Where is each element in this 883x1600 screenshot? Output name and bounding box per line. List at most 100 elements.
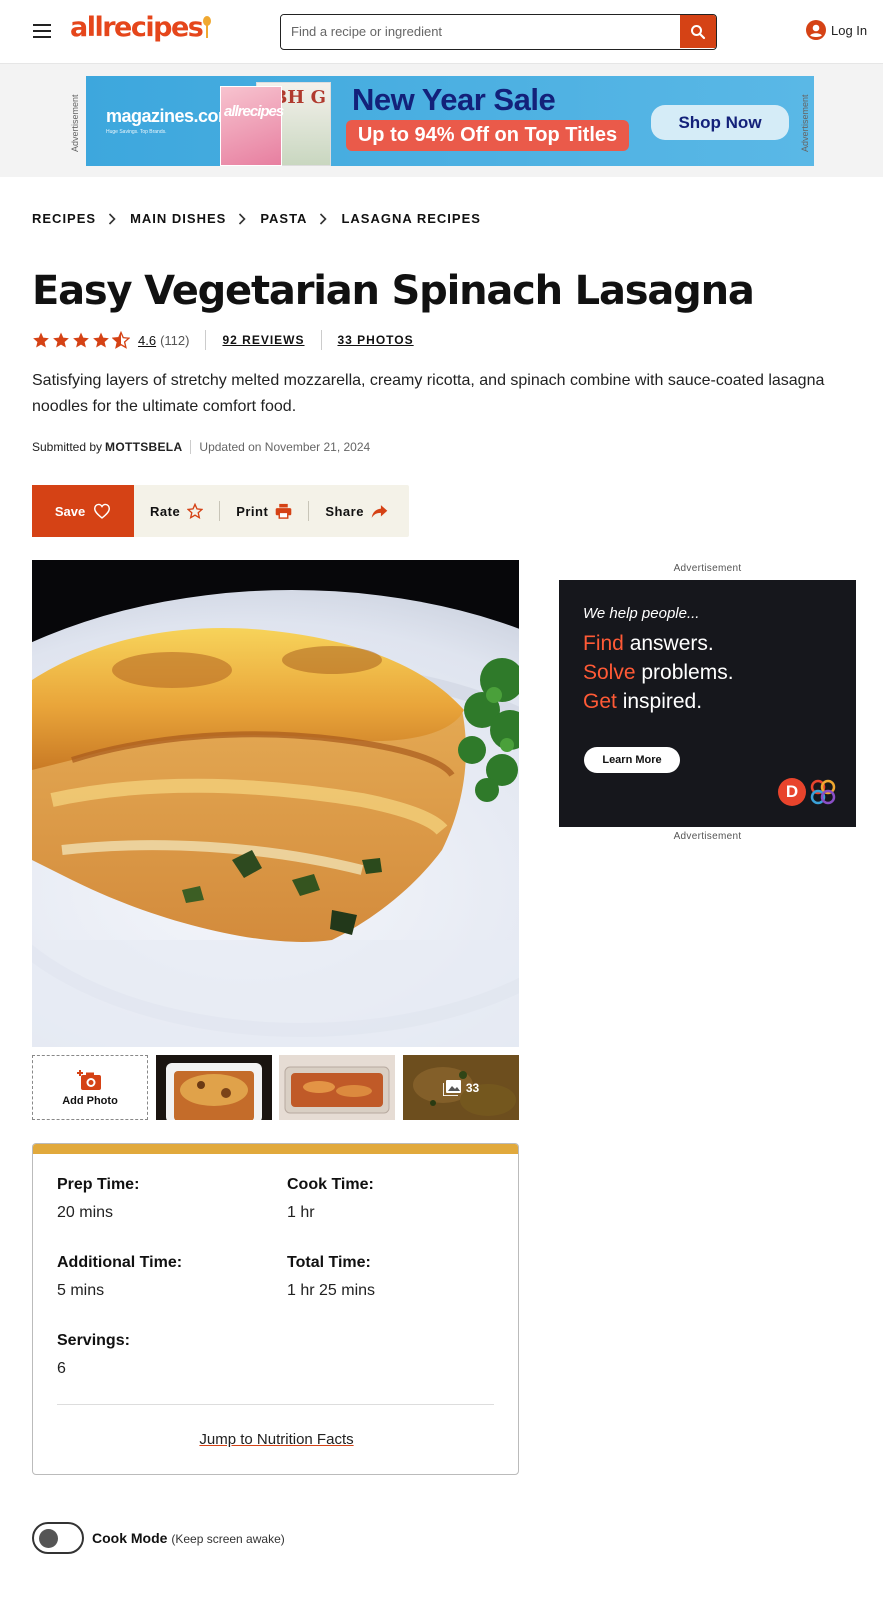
more-photos-count: 33 bbox=[465, 1080, 480, 1095]
add-photo-button[interactable]: Add Photo bbox=[32, 1055, 148, 1120]
rate-button[interactable]: Rate bbox=[134, 503, 219, 519]
additional-time: Additional Time: 5 mins bbox=[57, 1254, 182, 1300]
card-accent-bar bbox=[33, 1144, 518, 1154]
prep-time-label: Prep Time: bbox=[57, 1176, 140, 1193]
star-full-icon bbox=[53, 332, 69, 348]
ad-label-bottom: Advertisement bbox=[673, 831, 742, 842]
rating-value[interactable]: 4.6 bbox=[138, 333, 156, 348]
ad-line-2-highlight: Solve bbox=[583, 661, 636, 684]
submitted-by-label: Submitted by bbox=[32, 440, 103, 454]
breadcrumb-pasta[interactable]: PASTA bbox=[260, 211, 307, 226]
heart-icon bbox=[94, 503, 111, 519]
share-label: Share bbox=[325, 503, 364, 519]
site-logo[interactable]: allrecipes bbox=[70, 12, 212, 43]
search-input[interactable] bbox=[281, 15, 681, 48]
photos-link[interactable]: 33 PHOTOS bbox=[338, 333, 414, 347]
cook-mode-label: Cook Mode (Keep screen awake) bbox=[92, 1530, 285, 1546]
ad-line-2: Solve problems. bbox=[583, 661, 734, 685]
breadcrumb-lasagna-recipes[interactable]: LASAGNA RECIPES bbox=[341, 211, 480, 226]
additional-time-label: Additional Time: bbox=[57, 1254, 183, 1271]
photo-thumbnails: Add Photo 33 bbox=[32, 1055, 519, 1120]
jump-to-nutrition-link[interactable]: Jump to Nutrition Facts bbox=[199, 1431, 353, 1448]
ad-line-3: Get inspired. bbox=[583, 690, 702, 714]
ad-subline: Up to 94% Off on Top Titles bbox=[346, 120, 629, 151]
rate-label: Rate bbox=[150, 503, 181, 519]
reviews-link[interactable]: 92 REVIEWS bbox=[222, 333, 304, 347]
breadcrumb-recipes[interactable]: RECIPES bbox=[32, 211, 96, 226]
login-button[interactable]: Log In bbox=[806, 20, 867, 40]
updated-date: Updated on November 21, 2024 bbox=[190, 440, 370, 454]
cook-mode-note: (Keep screen awake) bbox=[171, 1532, 285, 1546]
recipe-actions: Save Rate Print Share bbox=[32, 485, 409, 537]
share-arrow-icon bbox=[371, 504, 388, 518]
lasagna-photo bbox=[32, 560, 519, 1047]
prep-time-value: 20 mins bbox=[57, 1204, 114, 1221]
star-full-icon bbox=[73, 332, 89, 348]
ad-line-1-highlight: Find bbox=[583, 632, 624, 655]
search-icon bbox=[691, 24, 706, 39]
byline: Submitted by MOTTSBELA Updated on Novemb… bbox=[32, 440, 370, 454]
prep-time: Prep Time: 20 mins bbox=[57, 1176, 139, 1222]
divider bbox=[205, 330, 207, 350]
rating-count: (112) bbox=[160, 332, 190, 348]
share-button[interactable]: Share bbox=[309, 504, 404, 519]
shop-now-button[interactable]: Shop Now bbox=[651, 105, 789, 140]
ad-headline: New Year Sale bbox=[352, 82, 556, 117]
ad-brand-tagline: Huge Savings. Top Brands. bbox=[106, 129, 167, 135]
sidebar-ad[interactable]: We help people... Find answers. Solve pr… bbox=[559, 580, 856, 827]
top-ad-band: Advertisement magazines.com Huge Savings.… bbox=[0, 64, 883, 177]
cook-mode: Cook Mode (Keep screen awake) bbox=[32, 1522, 285, 1554]
jump-to-nutrition: Jump to Nutrition Facts bbox=[33, 1431, 518, 1448]
site-header: allrecipes Log In bbox=[0, 0, 883, 64]
chevron-right-icon bbox=[108, 212, 116, 225]
top-ad-banner[interactable]: magazines.com Huge Savings. Top Brands. B… bbox=[86, 76, 814, 166]
ad-label-top: Advertisement bbox=[673, 563, 742, 574]
servings-label: Servings: bbox=[57, 1332, 130, 1349]
ad-line-3-rest: inspired. bbox=[616, 690, 703, 713]
cover-allrecipes-text: allrecipes bbox=[224, 103, 284, 120]
photo-thumbnail[interactable] bbox=[279, 1055, 395, 1120]
add-photo-label: Add Photo bbox=[62, 1094, 118, 1107]
magazine-cover-allrecipes: allrecipes bbox=[220, 86, 284, 166]
logo-text: allrecipes bbox=[70, 12, 204, 43]
total-time: Total Time: 1 hr 25 mins bbox=[287, 1254, 375, 1300]
ad-line-1: Find answers. bbox=[583, 632, 714, 656]
breadcrumb-main-dishes[interactable]: MAIN DISHES bbox=[130, 211, 226, 226]
photo-thumbnail-more[interactable]: 33 bbox=[403, 1055, 519, 1120]
save-label: Save bbox=[54, 503, 86, 519]
star-full-icon bbox=[33, 332, 49, 348]
learn-more-button[interactable]: Learn More bbox=[584, 747, 680, 773]
gallery-icon bbox=[442, 1079, 461, 1096]
recipe-details-card: Prep Time: 20 mins Cook Time: 1 hr Addit… bbox=[32, 1143, 519, 1475]
ad-line-1-rest: answers. bbox=[623, 632, 714, 655]
recipe-main-photo[interactable] bbox=[32, 560, 519, 1047]
cook-mode-title: Cook Mode bbox=[92, 1530, 168, 1546]
search-bar bbox=[280, 14, 717, 50]
additional-time-value: 5 mins bbox=[57, 1282, 105, 1299]
spoon-icon bbox=[203, 12, 212, 40]
cook-time-value: 1 hr bbox=[287, 1204, 315, 1221]
photo-thumbnail[interactable] bbox=[156, 1055, 272, 1120]
star-rating[interactable] bbox=[32, 331, 130, 349]
cook-time-label: Cook Time: bbox=[287, 1176, 374, 1193]
save-button[interactable]: Save bbox=[32, 485, 134, 537]
ad-label-left: Advertisement bbox=[70, 94, 80, 152]
recipe-description: Satisfying layers of stretchy melted moz… bbox=[32, 372, 825, 415]
print-button[interactable]: Print bbox=[220, 503, 308, 519]
total-time-label: Total Time: bbox=[287, 1254, 371, 1271]
divider bbox=[57, 1404, 494, 1405]
login-label: Log In bbox=[831, 22, 868, 38]
servings: Servings: 6 bbox=[57, 1332, 130, 1378]
print-label: Print bbox=[236, 503, 269, 519]
cook-mode-toggle[interactable] bbox=[32, 1522, 84, 1554]
author-link[interactable]: MOTTSBELA bbox=[105, 440, 182, 454]
printer-icon bbox=[276, 503, 292, 519]
search-button[interactable] bbox=[680, 15, 716, 48]
ad-brand-text: magazines.com bbox=[106, 106, 234, 126]
menu-icon[interactable] bbox=[30, 20, 54, 44]
divider bbox=[320, 330, 322, 350]
rating-bar: 4.6 (112) 92 REVIEWS 33 PHOTOS bbox=[32, 330, 430, 350]
thumbnail-image bbox=[279, 1055, 395, 1120]
chevron-right-icon bbox=[319, 212, 328, 225]
recipe-title: Easy Vegetarian Spinach Lasagna bbox=[32, 268, 755, 314]
